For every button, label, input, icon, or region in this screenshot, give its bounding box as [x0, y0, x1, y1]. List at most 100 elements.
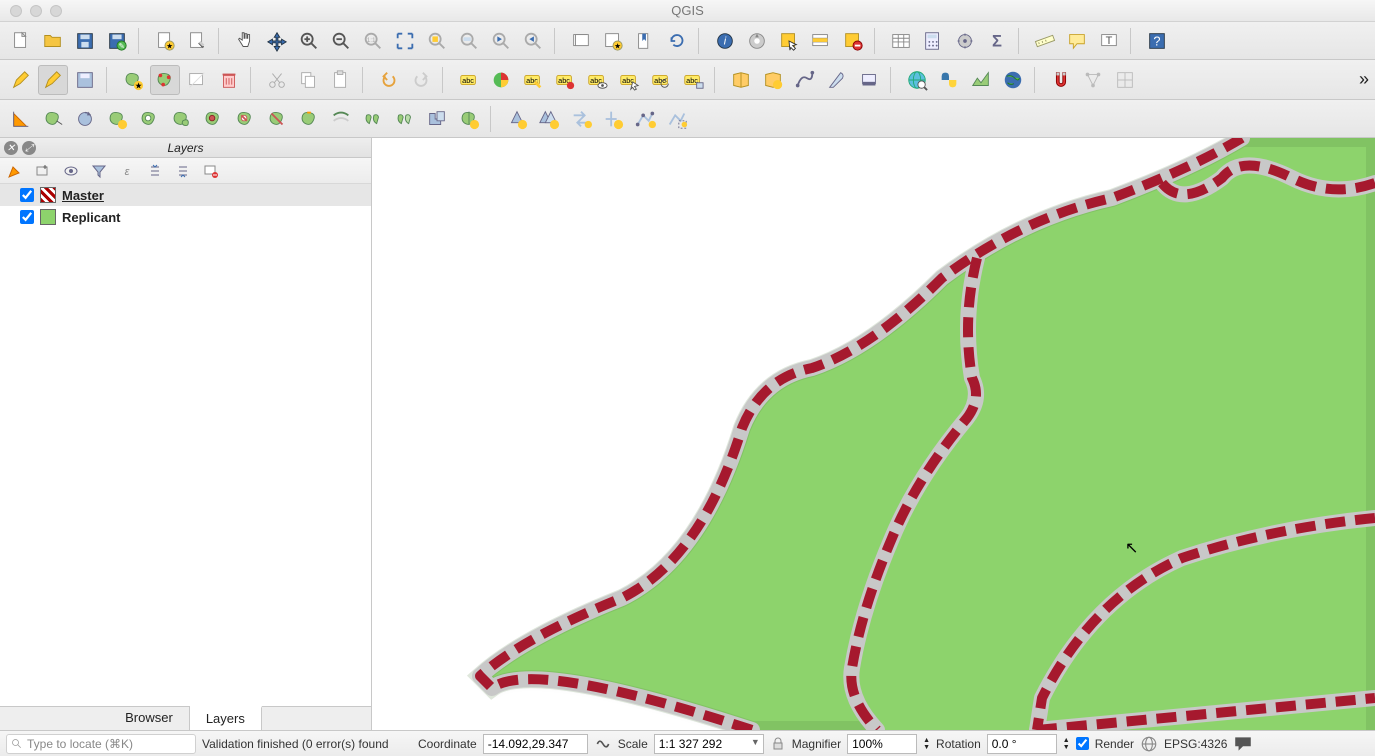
digitize-feather-button[interactable] — [822, 65, 852, 95]
zoom-native-button[interactable]: 1:1 — [358, 26, 388, 56]
map-tips-button[interactable] — [1062, 26, 1092, 56]
statistics-button[interactable]: Σ — [982, 26, 1012, 56]
new-map-view-button[interactable] — [566, 26, 596, 56]
panel-close-icon[interactable]: ✕ — [4, 141, 18, 155]
show-hide-label-button[interactable]: abc — [582, 65, 612, 95]
split-features-button[interactable] — [358, 104, 388, 134]
map-canvas[interactable]: ↖ — [372, 138, 1375, 730]
layer-visibility-checkbox[interactable] — [20, 188, 34, 202]
magnifier-up-icon[interactable]: ▲ — [923, 737, 930, 744]
layer-row-replicant[interactable]: Replicant — [0, 206, 371, 228]
identify-features-button[interactable]: i — [710, 26, 740, 56]
split-parts-button[interactable] — [390, 104, 420, 134]
vertex-select-button[interactable] — [662, 104, 692, 134]
pan-map-button[interactable] — [230, 26, 260, 56]
new-project-button[interactable] — [6, 26, 36, 56]
undo-button[interactable] — [374, 65, 404, 95]
copy-features-button[interactable] — [294, 65, 324, 95]
magnifier-input[interactable] — [847, 734, 917, 754]
delete-selected-button[interactable] — [214, 65, 244, 95]
chevron-down-icon[interactable]: ▼ — [751, 737, 760, 747]
toggle-editing-button[interactable] — [38, 65, 68, 95]
metasearch-button[interactable] — [902, 65, 932, 95]
add-group-icon[interactable] — [34, 162, 52, 180]
save-project-button[interactable] — [70, 26, 100, 56]
expand-all-icon[interactable] — [146, 162, 164, 180]
save-project-as-button[interactable]: ✎ — [102, 26, 132, 56]
show-layout-manager-button[interactable] — [182, 26, 212, 56]
select-by-value-button[interactable] — [806, 26, 836, 56]
scale-input[interactable] — [654, 734, 764, 754]
locator-input[interactable]: Type to locate (⌘K) — [6, 734, 196, 754]
move-feature-button[interactable] — [38, 104, 68, 134]
plugin-globe-button[interactable] — [998, 65, 1028, 95]
topology-editing-button[interactable] — [726, 65, 756, 95]
zoom-next-button[interactable] — [518, 26, 548, 56]
plugin-magnet-button[interactable] — [1046, 65, 1076, 95]
render-checkbox[interactable] — [1076, 737, 1089, 750]
processing-toolbox-button[interactable] — [950, 26, 980, 56]
layer-visibility-checkbox[interactable] — [20, 210, 34, 224]
action-button[interactable] — [742, 26, 772, 56]
style-manager-icon[interactable] — [6, 162, 24, 180]
add-ring-button[interactable] — [134, 104, 164, 134]
refresh-button[interactable] — [662, 26, 692, 56]
delete-ring-button[interactable] — [230, 104, 260, 134]
save-layer-edits-button[interactable] — [70, 65, 100, 95]
vertex-tool-button[interactable] — [150, 65, 180, 95]
open-project-button[interactable] — [38, 26, 68, 56]
zoom-full-button[interactable] — [390, 26, 420, 56]
offset-curve-button[interactable] — [326, 104, 356, 134]
rotation-down-icon[interactable]: ▼ — [1063, 744, 1070, 751]
filter-expression-icon[interactable]: ε — [118, 162, 136, 180]
coordinate-input[interactable] — [483, 734, 588, 754]
show-bookmarks-button[interactable] — [630, 26, 660, 56]
messages-icon[interactable] — [1233, 734, 1253, 754]
delete-part-button[interactable] — [262, 104, 292, 134]
toolbar-overflow-icon[interactable]: » — [1359, 69, 1369, 90]
select-features-button[interactable] — [774, 26, 804, 56]
add-part-button[interactable] — [166, 104, 196, 134]
rotate-feature-button[interactable] — [70, 104, 100, 134]
vertex-digitize-button[interactable] — [630, 104, 660, 134]
simplify-feature-button[interactable] — [102, 104, 132, 134]
rotation-up-icon[interactable]: ▲ — [1063, 737, 1070, 744]
zoom-to-layer-button[interactable] — [454, 26, 484, 56]
filter-legend-icon[interactable] — [90, 162, 108, 180]
deselect-all-button[interactable] — [838, 26, 868, 56]
crs-value[interactable]: EPSG:4326 — [1164, 737, 1227, 751]
cad-construction-button[interactable] — [6, 104, 36, 134]
plugin-grid-button[interactable] — [1110, 65, 1140, 95]
open-attribute-table-button[interactable] — [886, 26, 916, 56]
collapse-all-icon[interactable] — [174, 162, 192, 180]
trim-extend-button[interactable] — [598, 104, 628, 134]
text-annotation-button[interactable]: T — [1094, 26, 1124, 56]
layer-row-master[interactable]: Master — [0, 184, 371, 206]
pan-to-selection-button[interactable] — [262, 26, 292, 56]
redo-button[interactable] — [406, 65, 436, 95]
plugin-histogram-button[interactable] — [966, 65, 996, 95]
zoom-to-selection-button[interactable] — [422, 26, 452, 56]
magnifier-down-icon[interactable]: ▼ — [923, 744, 930, 751]
rotate-label-button[interactable]: abc — [646, 65, 676, 95]
merge-features-button[interactable] — [422, 104, 452, 134]
field-calculator-button[interactable] — [918, 26, 948, 56]
offset-point-symbols-button[interactable] — [534, 104, 564, 134]
move-label-button[interactable]: abc — [614, 65, 644, 95]
trace-button[interactable] — [790, 65, 820, 95]
zoom-in-button[interactable] — [294, 26, 324, 56]
layer-tree[interactable]: Master Replicant — [0, 184, 371, 706]
new-bookmark-button[interactable]: ★ — [598, 26, 628, 56]
reverse-line-button[interactable] — [566, 104, 596, 134]
cad-tools-button[interactable] — [854, 65, 884, 95]
modify-attributes-button[interactable] — [182, 65, 212, 95]
fill-ring-button[interactable] — [198, 104, 228, 134]
lock-scale-icon[interactable] — [770, 736, 786, 752]
remove-layer-icon[interactable] — [202, 162, 220, 180]
snapping-options-button[interactable] — [758, 65, 788, 95]
change-label-button[interactable]: abc — [678, 65, 708, 95]
plugin-network-button[interactable] — [1078, 65, 1108, 95]
reshape-feature-button[interactable] — [294, 104, 324, 134]
tab-browser[interactable]: Browser — [109, 707, 190, 730]
zoom-last-button[interactable] — [486, 26, 516, 56]
